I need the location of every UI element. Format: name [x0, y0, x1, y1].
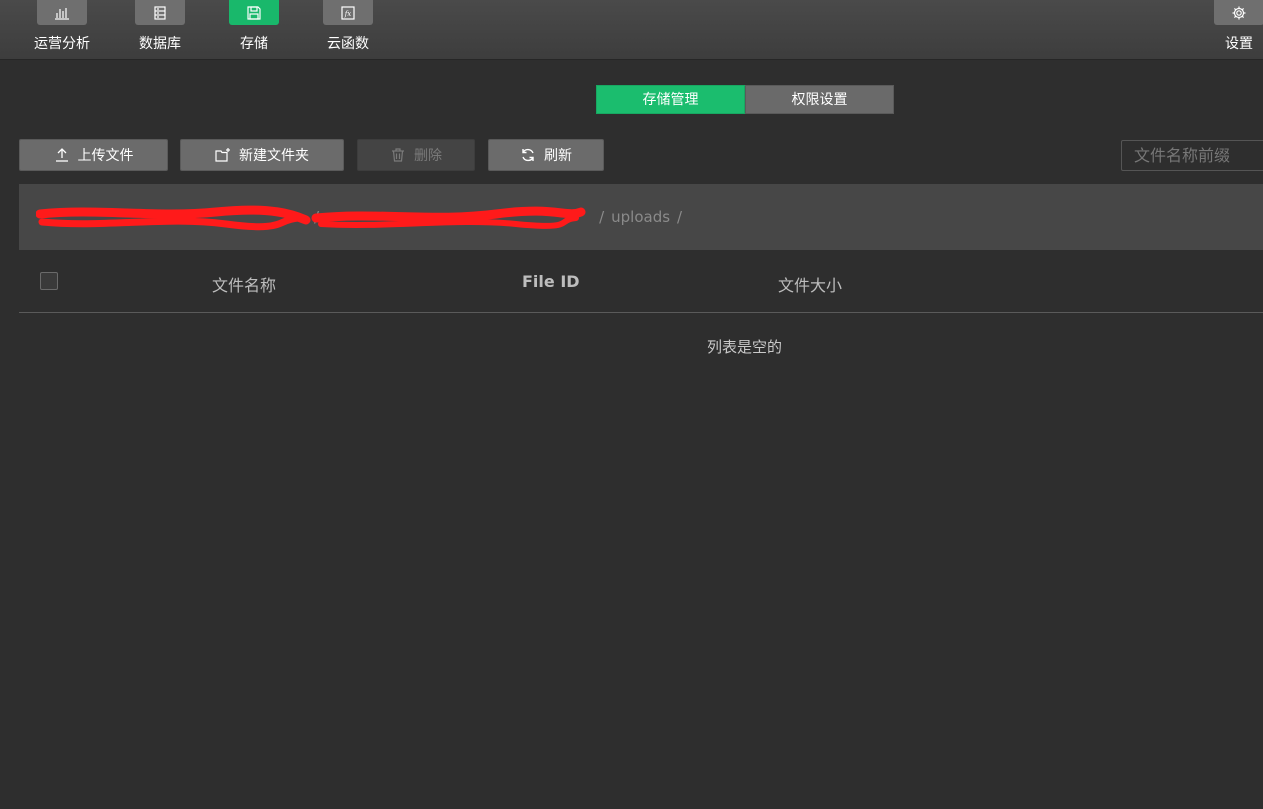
delete-label: 删除 — [414, 148, 442, 164]
nav-item-cloud-functions[interactable]: fx 云函数 — [323, 0, 373, 60]
upload-file-button[interactable]: 上传文件 — [19, 139, 168, 171]
breadcrumb-separator: / — [599, 208, 605, 226]
column-header-file-id[interactable]: File ID — [522, 272, 580, 291]
nav-item-database[interactable]: 数据库 — [135, 0, 185, 60]
database-icon — [135, 0, 185, 25]
svg-text:fx: fx — [344, 10, 352, 18]
tab-storage-management[interactable]: 存储管理 — [596, 85, 745, 114]
breadcrumb: / / uploads / — [19, 184, 1263, 250]
function-icon: fx — [323, 0, 373, 25]
refresh-icon — [522, 148, 534, 162]
storage-tabs: 存储管理 权限设置 — [596, 85, 894, 114]
upload-icon — [55, 148, 68, 162]
column-header-filename[interactable]: 文件名称 — [212, 272, 276, 296]
tab-permission-settings[interactable]: 权限设置 — [745, 85, 894, 114]
bar-chart-icon — [37, 0, 87, 25]
new-folder-button[interactable]: 新建文件夹 — [180, 139, 344, 171]
nav-label-storage: 存储 — [240, 36, 268, 52]
nav-label-database: 数据库 — [139, 36, 181, 52]
breadcrumb-separator: / — [314, 208, 320, 226]
new-folder-icon — [215, 148, 230, 162]
nav-label-settings: 设置 — [1225, 36, 1253, 52]
select-all-checkbox[interactable] — [40, 272, 58, 290]
breadcrumb-separator: / — [677, 208, 683, 226]
empty-list-message: 列表是空的 — [706, 338, 782, 356]
upload-file-label: 上传文件 — [77, 148, 134, 164]
save-icon — [229, 0, 279, 25]
refresh-button[interactable]: 刷新 — [488, 139, 604, 171]
delete-button[interactable]: 删除 — [357, 139, 475, 171]
gear-icon — [1214, 0, 1263, 25]
top-navigation-bar: 运营分析 数据库 存储 fx 云函数 设置 — [0, 0, 1263, 60]
nav-label-analytics: 运营分析 — [34, 36, 90, 52]
file-table-header: 文件名称 File ID 文件大小 — [19, 250, 1263, 313]
nav-label-cloud-functions: 云函数 — [327, 36, 369, 52]
new-folder-label: 新建文件夹 — [239, 148, 309, 164]
breadcrumb-item-uploads[interactable]: uploads — [611, 208, 670, 226]
column-header-file-size[interactable]: 文件大小 — [778, 272, 842, 296]
nav-item-analytics[interactable]: 运营分析 — [31, 0, 93, 60]
refresh-label: 刷新 — [544, 148, 572, 164]
filename-prefix-search-input[interactable] — [1121, 140, 1263, 171]
nav-item-settings[interactable]: 设置 — [1214, 0, 1263, 60]
nav-item-storage[interactable]: 存储 — [229, 0, 279, 60]
trash-icon — [392, 148, 404, 162]
